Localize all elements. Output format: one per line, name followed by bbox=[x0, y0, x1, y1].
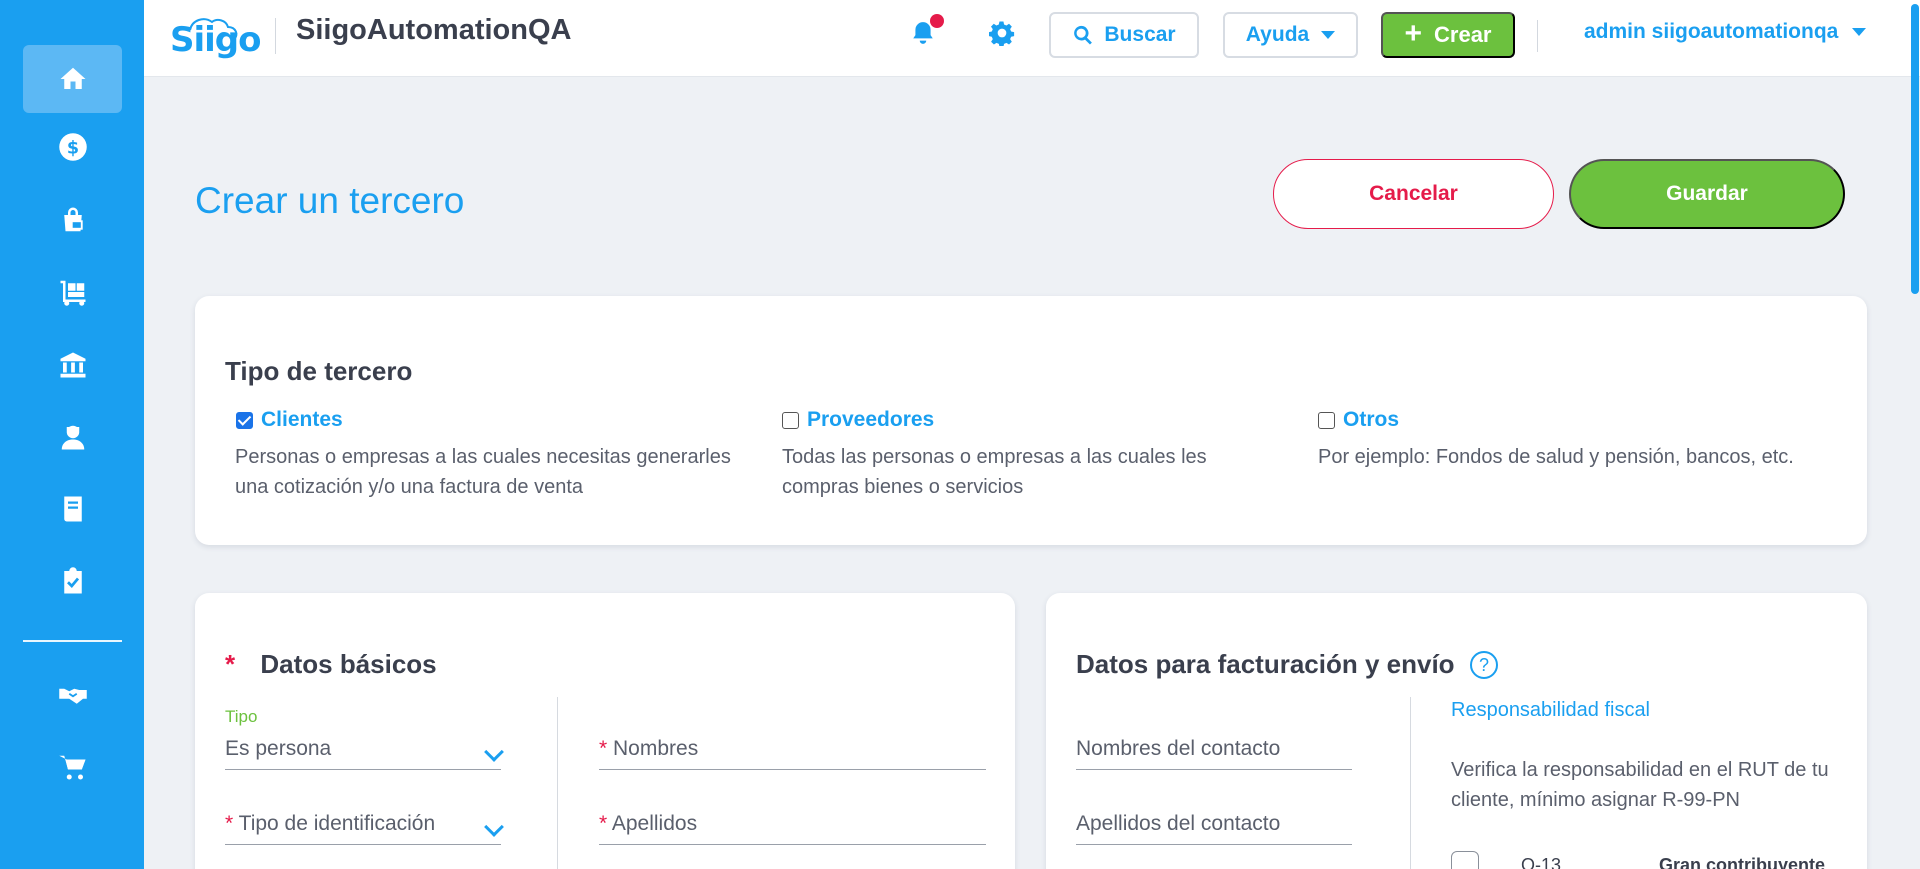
tipo-select[interactable]: Es persona bbox=[225, 730, 504, 770]
clientes-label[interactable]: Clientes bbox=[261, 408, 343, 432]
contact-names-label: Nombres del contacto bbox=[1076, 737, 1281, 760]
proveedores-checkbox[interactable] bbox=[782, 411, 799, 429]
sidebar-item-tasks[interactable] bbox=[23, 547, 122, 615]
otros-label[interactable]: Otros bbox=[1343, 408, 1399, 432]
sidebar-item-finance[interactable]: $ bbox=[23, 113, 122, 181]
search-button[interactable]: Buscar bbox=[1049, 12, 1199, 58]
sidebar-item-bank[interactable] bbox=[23, 331, 122, 399]
proveedores-label[interactable]: Proveedores bbox=[807, 408, 934, 432]
contact-lastnames-label: Apellidos del contacto bbox=[1076, 812, 1281, 835]
home-icon bbox=[60, 67, 85, 89]
search-icon bbox=[1074, 25, 1093, 45]
notification-badge bbox=[930, 14, 944, 28]
dolly-icon bbox=[60, 280, 85, 306]
fiscal-responsibility-title[interactable]: Responsabilidad fiscal bbox=[1451, 699, 1650, 722]
caret-down-icon bbox=[1852, 28, 1867, 36]
clientes-checkbox[interactable] bbox=[236, 411, 253, 429]
search-button-label: Buscar bbox=[1104, 23, 1176, 46]
shopping-bag-icon bbox=[63, 207, 83, 232]
option-otros: Otros Por ejemplo: Fondos de salud y pen… bbox=[1318, 408, 1838, 472]
apellidos-label: * Apellidos bbox=[599, 812, 698, 835]
svg-text:$: $ bbox=[66, 138, 78, 158]
help-circle-icon[interactable]: ? bbox=[1470, 651, 1498, 679]
sidebar-item-accounting[interactable] bbox=[23, 475, 122, 543]
fiscal-code: O-13 bbox=[1521, 854, 1562, 869]
help-dropdown[interactable]: Ayuda bbox=[1223, 12, 1358, 58]
tipo-tercero-card: Tipo de tercero Clientes Personas o empr… bbox=[195, 296, 1867, 545]
tipo-select-value: Es persona bbox=[225, 737, 332, 760]
clipboard-check-icon bbox=[63, 567, 82, 594]
column-divider bbox=[1410, 697, 1411, 869]
column-divider bbox=[557, 697, 558, 869]
option-proveedores: Proveedores Todas las personas o empresa… bbox=[782, 408, 1252, 502]
facturacion-title: Datos para facturación y envío bbox=[1076, 649, 1455, 679]
sidebar-item-inventory[interactable] bbox=[23, 258, 122, 326]
plus-icon: + bbox=[1404, 16, 1423, 50]
siigo-logo[interactable]: Siigo bbox=[170, 8, 261, 66]
otros-description: Por ejemplo: Fondos de salud y pensión, … bbox=[1318, 446, 1794, 468]
nombres-label: * Nombres bbox=[599, 737, 699, 760]
fiscal-row-o13: O-13 Gran contribuyente bbox=[1451, 851, 1825, 869]
tipo-identificacion-select[interactable]: * Tipo de identificación bbox=[225, 805, 504, 845]
logo-text: Siigo bbox=[170, 20, 261, 60]
fiscal-checkbox[interactable] bbox=[1451, 851, 1479, 869]
bank-icon bbox=[60, 352, 85, 378]
dollar-icon: $ bbox=[58, 133, 87, 161]
nombres-input[interactable]: * Nombres bbox=[599, 730, 986, 770]
caret-down-icon bbox=[1321, 31, 1336, 39]
chevron-down-icon bbox=[484, 742, 504, 762]
tipo-label: Tipo bbox=[225, 707, 258, 726]
create-button-label: Crear bbox=[1434, 22, 1492, 47]
save-button[interactable]: Guardar bbox=[1569, 159, 1845, 229]
clientes-description: Personas o empresas a las cuales necesit… bbox=[235, 446, 731, 498]
required-mark: * bbox=[225, 649, 236, 679]
datos-basicos-card: * Datos básicos Tipo Es persona * Tipo d… bbox=[195, 593, 1015, 869]
datos-basicos-title-text: Datos básicos bbox=[260, 649, 437, 679]
tipo-tercero-title: Tipo de tercero bbox=[225, 356, 413, 386]
sidebar-item-sales[interactable] bbox=[23, 186, 122, 254]
page-scrollbar[interactable] bbox=[1911, 0, 1920, 869]
sidebar: $ bbox=[0, 0, 144, 869]
contact-names-input[interactable]: Nombres del contacto bbox=[1076, 730, 1352, 770]
scrollbar-thumb[interactable] bbox=[1911, 4, 1919, 294]
facturacion-card: Datos para facturación y envío ? Nombres… bbox=[1046, 593, 1867, 869]
chevron-down-icon bbox=[484, 817, 504, 837]
cancel-button[interactable]: Cancelar bbox=[1273, 159, 1554, 229]
apellidos-input[interactable]: * Apellidos bbox=[599, 805, 986, 845]
settings-button[interactable] bbox=[988, 20, 1019, 50]
handshake-icon bbox=[58, 688, 87, 704]
datos-basicos-title: * Datos básicos bbox=[225, 649, 437, 680]
user-menu[interactable]: admin siigoautomationqa bbox=[1584, 20, 1867, 44]
header-divider bbox=[275, 18, 276, 54]
header-divider-2 bbox=[1537, 20, 1538, 52]
help-dropdown-label: Ayuda bbox=[1245, 23, 1310, 46]
tipo-identificacion-label: * Tipo de identificación bbox=[225, 812, 436, 835]
fiscal-label: Gran contribuyente bbox=[1659, 854, 1826, 869]
sidebar-item-partners[interactable] bbox=[23, 661, 122, 729]
fiscal-responsibility-desc: Verifica la responsabilidad en el RUT de… bbox=[1451, 759, 1829, 811]
cart-icon bbox=[58, 755, 85, 780]
book-icon bbox=[63, 496, 82, 522]
top-header: Siigo SiigoAutomationQA Buscar Ayuda + C… bbox=[144, 0, 1920, 77]
sidebar-item-payroll[interactable] bbox=[23, 403, 122, 471]
sidebar-item-home[interactable] bbox=[23, 45, 122, 113]
notifications-button[interactable] bbox=[910, 14, 944, 52]
otros-checkbox[interactable] bbox=[1318, 411, 1335, 429]
user-tie-icon bbox=[61, 425, 84, 450]
sidebar-item-store[interactable] bbox=[23, 733, 122, 801]
gear-icon bbox=[988, 21, 1015, 47]
contact-lastnames-input[interactable]: Apellidos del contacto bbox=[1076, 805, 1352, 845]
sidebar-divider bbox=[23, 640, 122, 642]
user-name: admin siigoautomationqa bbox=[1584, 20, 1839, 43]
company-name: SiigoAutomationQA bbox=[296, 14, 572, 46]
create-button[interactable]: + Crear bbox=[1381, 12, 1515, 58]
option-clientes: Clientes Personas o empresas a las cuale… bbox=[235, 408, 736, 502]
proveedores-description: Todas las personas o empresas a las cual… bbox=[782, 446, 1207, 498]
page-title: Crear un tercero bbox=[195, 180, 465, 221]
